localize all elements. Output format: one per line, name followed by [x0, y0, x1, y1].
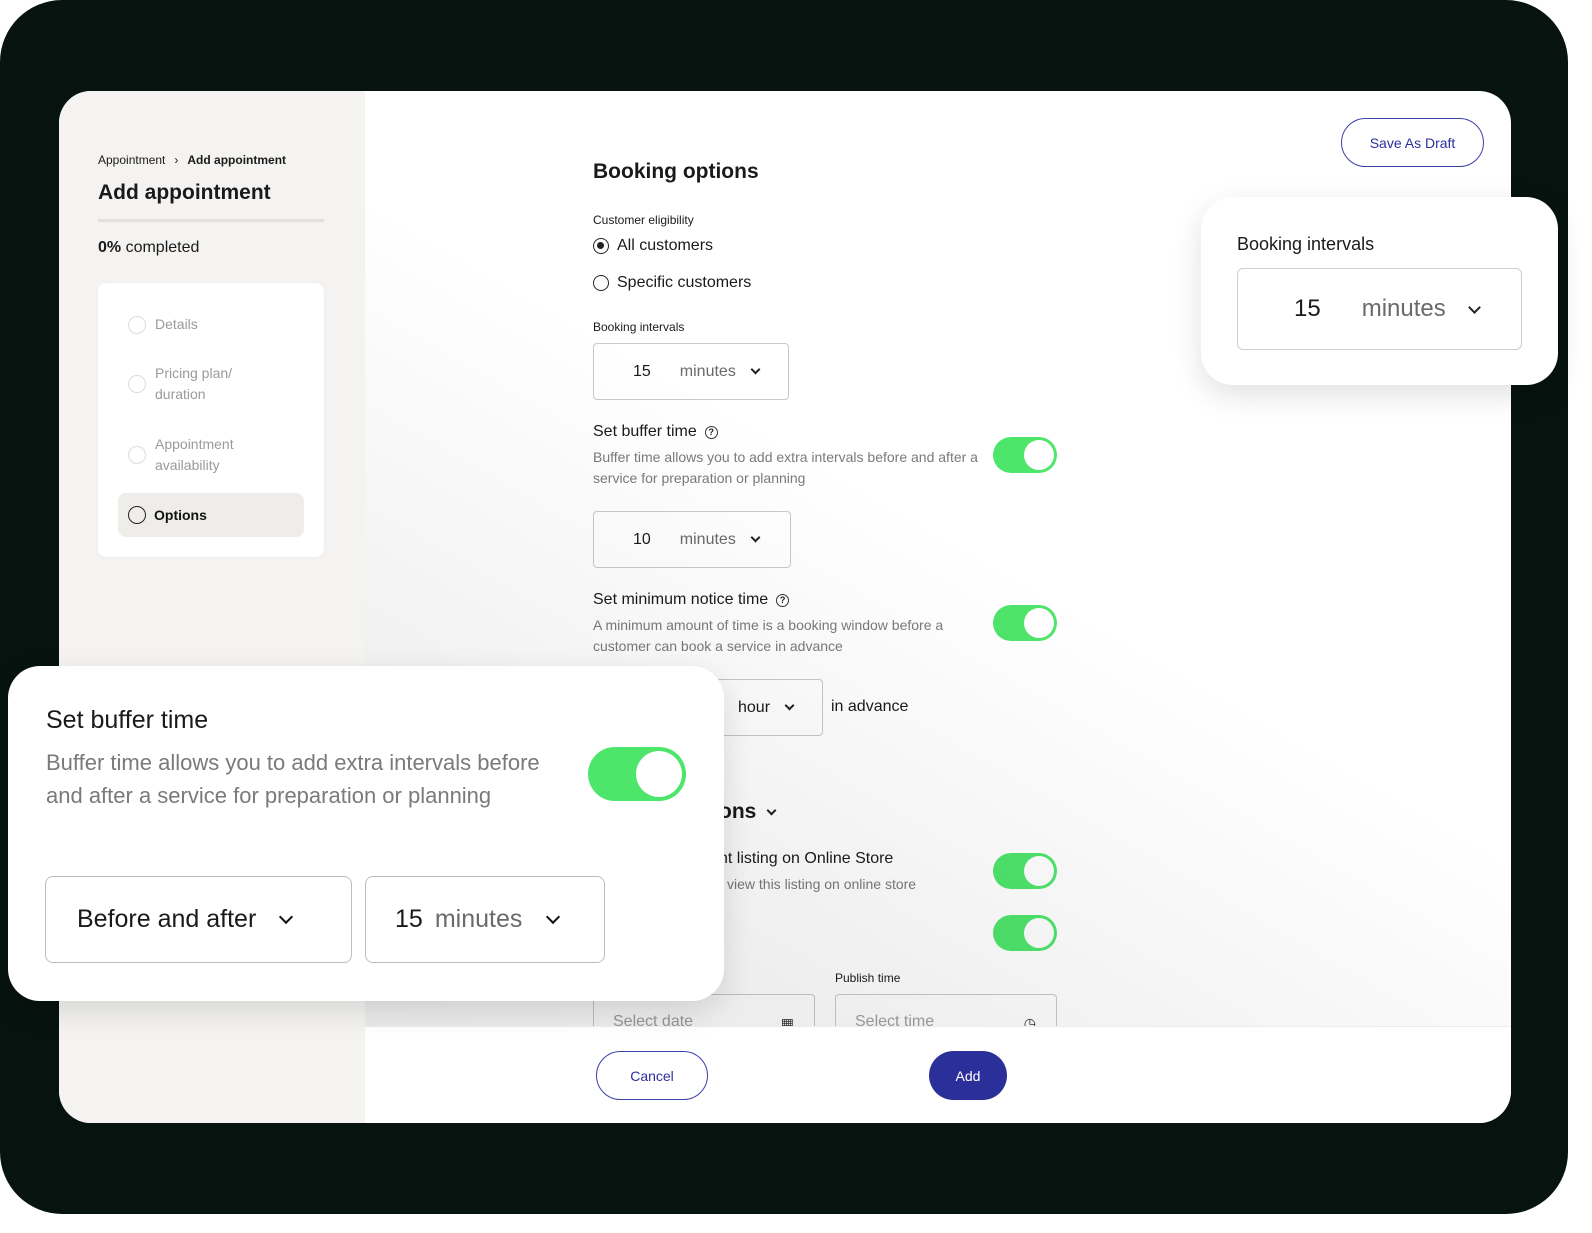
radio-checked-icon	[593, 238, 609, 254]
buffer-mode-value: Before and after	[77, 905, 257, 933]
chevron-down-icon	[750, 532, 761, 543]
step-availability[interactable]: Appointment availability	[128, 434, 234, 476]
chevron-down-icon	[766, 805, 777, 815]
progress-status: 0% completed	[98, 239, 199, 257]
step-status-icon	[128, 375, 146, 393]
info-icon[interactable]: ?	[776, 593, 790, 607]
progress-label: completed	[125, 239, 200, 256]
intervals-callout: Booking intervals 15 minutes	[1201, 197, 1558, 385]
callout-buffer-toggle[interactable]	[588, 747, 686, 801]
callout-intervals-unit: minutes	[1361, 295, 1446, 322]
chevron-down-icon	[750, 364, 761, 375]
buffer-title-text: Set buffer time	[593, 423, 697, 440]
progress-divider	[98, 219, 324, 222]
listing-title: nt listing on Online Store	[719, 850, 894, 867]
radio-all-customers[interactable]: All customers	[593, 237, 713, 255]
step-status-icon	[128, 506, 146, 524]
notice-description: A minimum amount of time is a booking wi…	[593, 617, 944, 654]
publish-time-label: Publish time	[835, 971, 901, 985]
buffer-duration-value: 15	[395, 905, 423, 933]
listing-toggle[interactable]	[993, 853, 1057, 889]
buffer-callout: Set buffer time Buffer time allows you t…	[8, 666, 724, 1001]
notice-unit: hour	[738, 698, 771, 716]
step-pricing[interactable]: Pricing plan/ duration	[128, 363, 232, 405]
callout-intervals-value: 15	[1294, 295, 1321, 322]
listing-description: view this listing on online store	[727, 876, 917, 892]
radio-specific-customers[interactable]: Specific customers	[593, 274, 751, 292]
notice-suffix: in advance	[831, 698, 909, 715]
notice-title: Set minimum notice time ?	[593, 591, 790, 609]
info-icon[interactable]: ?	[704, 425, 718, 439]
section-title-partial[interactable]: ons	[719, 800, 777, 824]
intervals-unit: minutes	[679, 362, 736, 380]
step-label-line1: Pricing plan/	[155, 365, 233, 381]
add-button[interactable]: Add	[929, 1051, 1007, 1100]
schedule-toggle[interactable]	[993, 915, 1057, 951]
cancel-button[interactable]: Cancel	[596, 1051, 708, 1100]
buffer-description: Buffer time allows you to add extra inte…	[593, 449, 978, 486]
chevron-down-icon	[784, 700, 795, 711]
buffer-title: Set buffer time ?	[593, 423, 718, 441]
intervals-select[interactable]: 15 minutes	[593, 343, 789, 400]
step-status-icon	[128, 446, 146, 464]
callout-intervals-select[interactable]: 15 minutes	[1237, 268, 1522, 350]
steps-card: Details Pricing plan/ duration Appointme…	[98, 283, 324, 557]
section-title-booking: Booking options	[593, 160, 759, 183]
intervals-label: Booking intervals	[593, 320, 685, 334]
intervals-value: 15	[633, 362, 651, 380]
buffer-select[interactable]: 10 minutes	[593, 511, 791, 568]
chevron-down-icon	[546, 909, 561, 924]
radio-label: All customers	[617, 237, 714, 254]
buffer-mode-select[interactable]: Before and after	[45, 876, 352, 963]
step-label-line1: Appointment	[155, 436, 234, 452]
callout-intervals-label: Booking intervals	[1237, 234, 1375, 254]
buffer-duration-select[interactable]: 15 minutes	[365, 876, 605, 963]
step-label-line2: availability	[155, 457, 220, 473]
step-details[interactable]: Details	[128, 314, 198, 335]
buffer-toggle[interactable]	[993, 437, 1057, 473]
step-label: Pricing plan/ duration	[155, 363, 232, 405]
callout-buffer-description: Buffer time allows you to add extra inte…	[46, 750, 540, 808]
step-label: Appointment availability	[155, 434, 234, 476]
buffer-duration-unit: minutes	[434, 905, 523, 933]
chevron-down-icon	[1467, 300, 1481, 314]
notice-toggle[interactable]	[993, 605, 1057, 641]
device-frame: Appointment › Add appointment Add appoin…	[0, 0, 1568, 1214]
eligibility-label: Customer eligibility	[593, 213, 694, 227]
callout-buffer-title: Set buffer time	[46, 706, 209, 734]
progress-percent: 0%	[98, 239, 122, 256]
buffer-unit: minutes	[679, 530, 736, 548]
step-status-icon	[128, 315, 146, 334]
buffer-value: 10	[633, 530, 651, 548]
chevron-right-icon: ›	[174, 153, 179, 167]
page-title: Add appointment	[98, 181, 271, 204]
save-draft-button[interactable]: Save As Draft	[1341, 118, 1484, 167]
radio-unchecked-icon	[593, 275, 609, 291]
section-title-fragment: ons	[719, 800, 757, 823]
radio-label: Specific customers	[617, 274, 752, 291]
step-label-line2: duration	[155, 386, 206, 402]
notice-title-text: Set minimum notice time	[593, 591, 769, 608]
notice-unit-select[interactable]: hour	[715, 679, 823, 736]
breadcrumb-current: Add appointment	[187, 153, 287, 167]
step-options[interactable]: Options	[118, 493, 304, 537]
step-label: Options	[154, 507, 207, 523]
breadcrumb: Appointment › Add appointment	[98, 153, 286, 167]
breadcrumb-parent[interactable]: Appointment	[98, 153, 165, 167]
step-label: Details	[155, 316, 198, 332]
chevron-down-icon	[279, 909, 294, 924]
